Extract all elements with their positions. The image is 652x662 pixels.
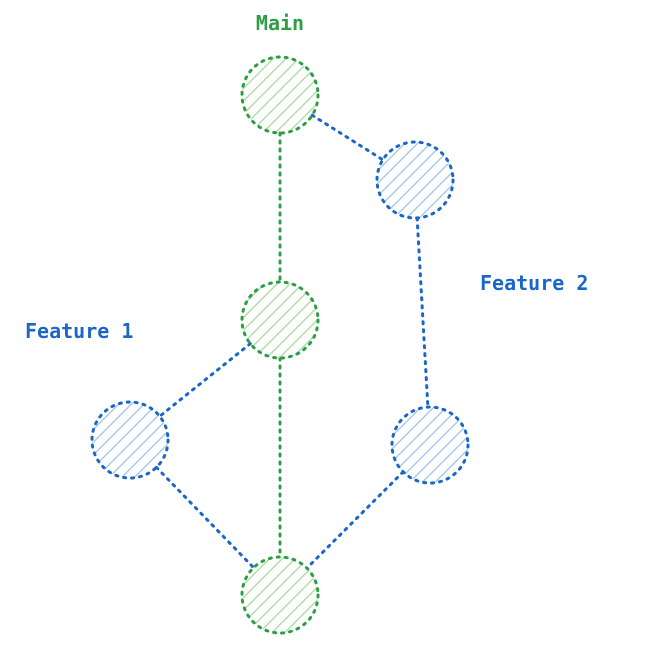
git-branch-diagram: Main Feature 1 Feature 2 (0, 0, 652, 662)
feature2-branch-label: Feature 2 (480, 271, 588, 295)
branch-edge (160, 344, 251, 417)
commit-node (392, 407, 468, 483)
branch-edge (307, 472, 403, 568)
commit-node (92, 402, 168, 478)
branch-edge (312, 115, 383, 160)
commit-node (242, 57, 318, 133)
branch-edge (417, 218, 428, 407)
main-branch-label: Main (256, 11, 304, 35)
commit-node (242, 282, 318, 358)
feature1-branch-label: Feature 1 (25, 319, 133, 343)
branch-edge (156, 467, 253, 567)
commit-node (377, 142, 453, 218)
commit-node (242, 557, 318, 633)
